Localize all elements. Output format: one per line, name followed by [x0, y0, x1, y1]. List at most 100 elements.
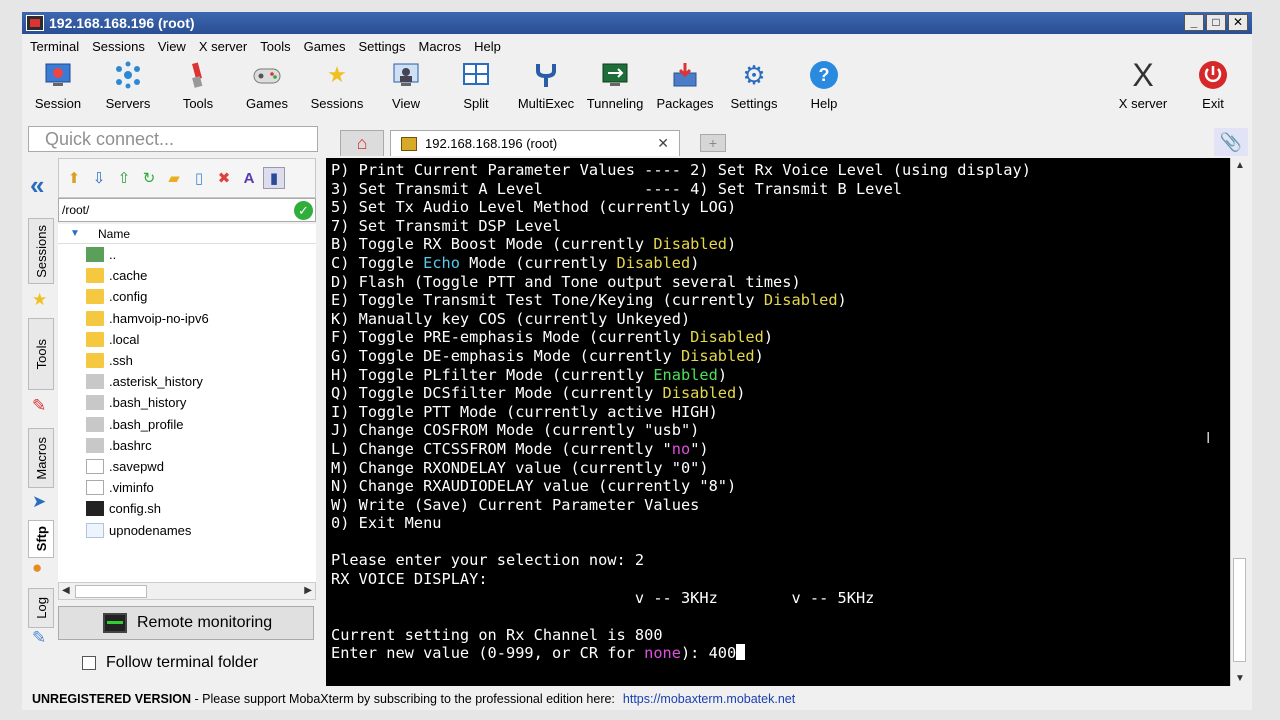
side-tab-tools[interactable]: Tools: [28, 318, 54, 390]
sftp-path: /root/: [62, 203, 90, 217]
terminal-text: G) Toggle DE-emphasis Mode (currently: [331, 346, 681, 365]
minimize-button[interactable]: _: [1184, 14, 1204, 31]
file-list-item[interactable]: .bash_profile: [58, 414, 316, 435]
split-button[interactable]: Split: [441, 60, 511, 111]
menu-sessions[interactable]: Sessions: [92, 39, 145, 54]
menu-games[interactable]: Games: [304, 39, 346, 54]
games-button[interactable]: Games: [232, 60, 302, 111]
terminal-tab[interactable]: 192.168.168.196 (root) ✕: [390, 130, 680, 156]
sftp-toolbar: ⬆ ⇩ ⇧ ↻ ▰ ▯ ✖ A ▮: [58, 158, 316, 198]
mobaxterm-link[interactable]: https://mobaxterm.mobatek.net: [623, 692, 795, 706]
file-list-item[interactable]: .ssh: [58, 350, 316, 371]
terminal-output[interactable]: P) Print Current Parameter Values ---- 2…: [326, 158, 1230, 686]
gear-icon: ⚙: [742, 59, 766, 90]
path-ok-icon[interactable]: ✓: [294, 201, 313, 220]
rename-icon[interactable]: A: [238, 167, 260, 189]
file-icon: [86, 437, 104, 453]
file-list-item[interactable]: ..: [58, 244, 316, 265]
menu-xserver[interactable]: X server: [199, 39, 247, 54]
menu-settings[interactable]: Settings: [359, 39, 406, 54]
file-list-item[interactable]: .config: [58, 286, 316, 307]
terminal-text: Disabled: [662, 384, 737, 403]
xserver-button[interactable]: X X server: [1108, 57, 1178, 112]
file-list-item[interactable]: config.sh: [58, 498, 316, 519]
side-tab-sessions[interactable]: Sessions: [28, 218, 54, 284]
new-file-icon[interactable]: ▯: [188, 167, 210, 189]
terminal-toggle-icon[interactable]: ▮: [263, 167, 285, 189]
tools-button[interactable]: Tools: [163, 60, 233, 111]
home-tab[interactable]: ⌂: [340, 130, 384, 156]
file-list-item[interactable]: .bash_history: [58, 392, 316, 413]
file-list-item[interactable]: .bashrc: [58, 435, 316, 456]
terminal-text: ): [754, 346, 764, 365]
view-button[interactable]: View: [371, 60, 441, 111]
app-icon: [26, 15, 44, 31]
settings-button[interactable]: ⚙ Settings: [719, 59, 789, 112]
column-header-name[interactable]: Name: [58, 224, 316, 244]
side-tab-macros[interactable]: Macros: [28, 428, 54, 488]
close-window-button[interactable]: ✕: [1228, 14, 1248, 31]
sftp-path-input[interactable]: /root/ ✓: [58, 198, 316, 222]
power-icon: [1198, 60, 1228, 90]
file-list-item[interactable]: .viminfo: [58, 477, 316, 498]
menu-tools[interactable]: Tools: [260, 39, 290, 54]
attach-paperclip-icon[interactable]: 📎: [1214, 128, 1248, 156]
parent-folder-icon[interactable]: ⬆: [63, 167, 85, 189]
new-folder-icon[interactable]: ▰: [163, 167, 185, 189]
terminal-line: 0) Exit Menu: [331, 514, 1230, 533]
sftp-panel: ⬆ ⇩ ⇧ ↻ ▰ ▯ ✖ A ▮ /root/ ✓ Name .. .cache…: [58, 158, 316, 710]
refresh-icon[interactable]: ↻: [138, 167, 160, 189]
terminal-line: Q) Toggle DCSfilter Mode (currently Disa…: [331, 384, 1230, 403]
terminal-line: K) Manually key COS (currently Unkeyed): [331, 310, 1230, 329]
multiexec-button[interactable]: MultiExec: [511, 60, 581, 111]
scroll-up-icon[interactable]: ▲: [1235, 160, 1245, 171]
file-list-item[interactable]: .local: [58, 329, 316, 350]
checkbox[interactable]: [82, 656, 96, 670]
terminal-line: 7) Set Transmit DSP Level: [331, 217, 1230, 236]
terminal-text: 7) Set Transmit DSP Level: [331, 216, 562, 235]
collapse-sidebar-icon[interactable]: «: [30, 170, 44, 201]
servers-button[interactable]: Servers: [93, 60, 163, 111]
menu-view[interactable]: View: [158, 39, 186, 54]
sessions-button[interactable]: ★ Sessions: [302, 60, 372, 111]
file-list-item[interactable]: upnodenames: [58, 519, 316, 540]
scroll-right-icon[interactable]: ▶: [304, 583, 312, 599]
file-list-item[interactable]: .hamvoip-no-ipv6: [58, 308, 316, 329]
file-list-item[interactable]: .asterisk_history: [58, 371, 316, 392]
packages-button[interactable]: Packages: [650, 60, 720, 111]
main-toolbar: Session Servers Tools Games ★ Sessions V…: [22, 57, 1252, 122]
tunneling-button[interactable]: Tunneling: [580, 60, 650, 111]
packages-icon: [670, 60, 700, 90]
menu-macros[interactable]: Macros: [418, 39, 461, 54]
scroll-thumb[interactable]: [75, 585, 147, 598]
remote-monitoring-button[interactable]: Remote monitoring: [58, 606, 314, 640]
terminal-line: v -- 3KHz v -- 5KHz: [331, 589, 1230, 608]
help-button[interactable]: ? Help: [789, 60, 859, 111]
terminal-text: M) Change RXONDELAY value (currently "0"…: [331, 458, 709, 477]
file-list-item[interactable]: .cache: [58, 265, 316, 286]
maximize-button[interactable]: □: [1206, 14, 1226, 31]
file-name: .bash_history: [109, 395, 187, 411]
session-button[interactable]: Session: [23, 60, 93, 111]
terminal-scroll-thumb[interactable]: [1233, 558, 1246, 662]
horizontal-scrollbar[interactable]: ◀ ▶: [58, 582, 316, 600]
new-tab-button[interactable]: +: [700, 134, 726, 152]
delete-icon[interactable]: ✖: [213, 167, 235, 189]
scroll-left-icon[interactable]: ◀: [62, 583, 70, 599]
upload-icon[interactable]: ⇧: [113, 167, 135, 189]
terminal-text: Enter new value (0-999, or CR for: [331, 644, 645, 663]
terminal-line: G) Toggle DE-emphasis Mode (currently Di…: [331, 347, 1230, 366]
menu-help[interactable]: Help: [474, 39, 501, 54]
terminal-scrollbar[interactable]: ▲ ▼: [1230, 158, 1248, 686]
exit-button[interactable]: Exit: [1178, 60, 1248, 111]
quick-connect-input[interactable]: Quick connect...: [28, 126, 318, 152]
close-tab-icon[interactable]: ✕: [657, 135, 669, 152]
file-list-item[interactable]: .savepwd: [58, 456, 316, 477]
scroll-down-icon[interactable]: ▼: [1235, 673, 1245, 684]
side-tab-sftp[interactable]: Sftp: [28, 520, 54, 558]
terminal-line: J) Change COSFROM Mode (currently "usb"): [331, 421, 1230, 440]
menu-terminal[interactable]: Terminal: [30, 39, 79, 54]
follow-terminal-folder-checkbox[interactable]: Follow terminal folder: [82, 654, 258, 672]
download-icon[interactable]: ⇩: [88, 167, 110, 189]
side-tab-log[interactable]: Log: [28, 588, 54, 628]
